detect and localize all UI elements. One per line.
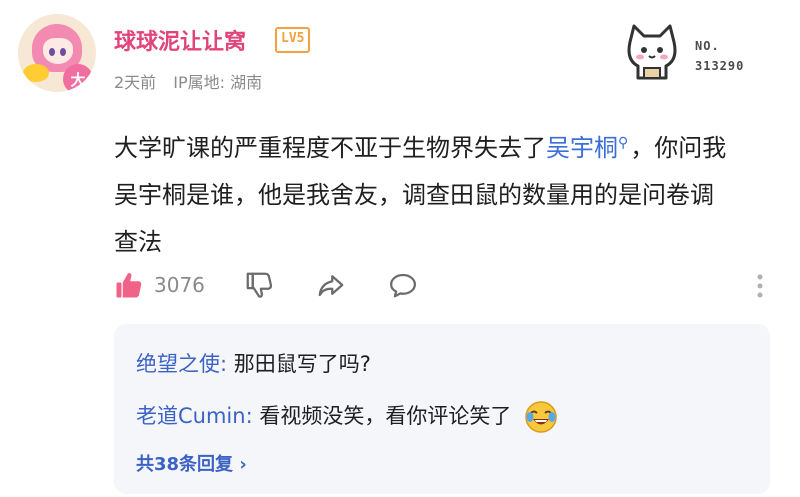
post-meta: 2天前 IP属地: 湖南 — [114, 69, 274, 93]
sticker-no-label: NO. — [695, 39, 720, 53]
sticker-number: NO. 313290 — [695, 36, 744, 76]
level-badge: LV5 — [275, 27, 311, 53]
reply-text: 看视频没笑，看你评论笑了 — [252, 404, 512, 428]
like-icon — [116, 273, 142, 298]
reply-item[interactable]: 绝望之使: 那田鼠写了吗? — [136, 348, 371, 378]
ip-location: IP属地: 湖南 — [173, 73, 263, 92]
reply-author[interactable]: 绝望之使: — [136, 352, 227, 376]
reply-author[interactable]: 老道Cumin: — [136, 404, 253, 428]
cat-sticker-icon — [627, 24, 677, 80]
avatar-eye-left — [49, 48, 55, 56]
laugh-emoji-icon — [525, 401, 557, 433]
comment-icon — [390, 273, 416, 298]
sticker-no-value: 313290 — [695, 59, 745, 73]
avatar-bunny — [23, 64, 49, 82]
reply-text: 那田鼠写了吗? — [227, 352, 371, 376]
view-more-replies-link[interactable]: 共38条回复 › — [136, 450, 247, 476]
post-time: 2天前 — [114, 73, 157, 92]
like-button[interactable]: 3076 — [114, 270, 205, 300]
username[interactable]: 球球泥让让窝 — [114, 24, 246, 56]
post-content: 大学旷课的严重程度不亚于生物界失去了吴宇桐⚲，你问我吴宇桐是谁，他是我舍友，调查… — [114, 120, 734, 266]
dislike-button[interactable] — [244, 270, 274, 300]
search-icon: ⚲ — [618, 135, 629, 151]
avatar-eye-right — [60, 48, 66, 56]
dislike-icon — [246, 272, 273, 298]
post-text-part1: 大学旷课的严重程度不亚于生物界失去了 — [114, 134, 546, 162]
more-button[interactable] — [755, 272, 765, 300]
replies-panel: 绝望之使: 那田鼠写了吗? 老道Cumin: 看视频没笑，看你评论笑了 共38条… — [114, 324, 770, 494]
avatar-face — [43, 38, 73, 64]
more-icon — [757, 274, 763, 298]
search-link[interactable]: 吴宇桐⚲ — [546, 134, 630, 162]
avatar-badge: 大 — [63, 64, 93, 92]
like-count: 3076 — [154, 273, 205, 297]
share-icon — [318, 275, 344, 297]
reply-item[interactable]: 老道Cumin: 看视频没笑，看你评论笑了 — [136, 400, 558, 434]
search-link-text: 吴宇桐 — [546, 134, 618, 162]
comment-button[interactable] — [388, 270, 418, 300]
share-button[interactable] — [316, 270, 346, 300]
avatar[interactable]: 大 — [18, 14, 96, 92]
action-bar: 3076 — [114, 270, 774, 306]
